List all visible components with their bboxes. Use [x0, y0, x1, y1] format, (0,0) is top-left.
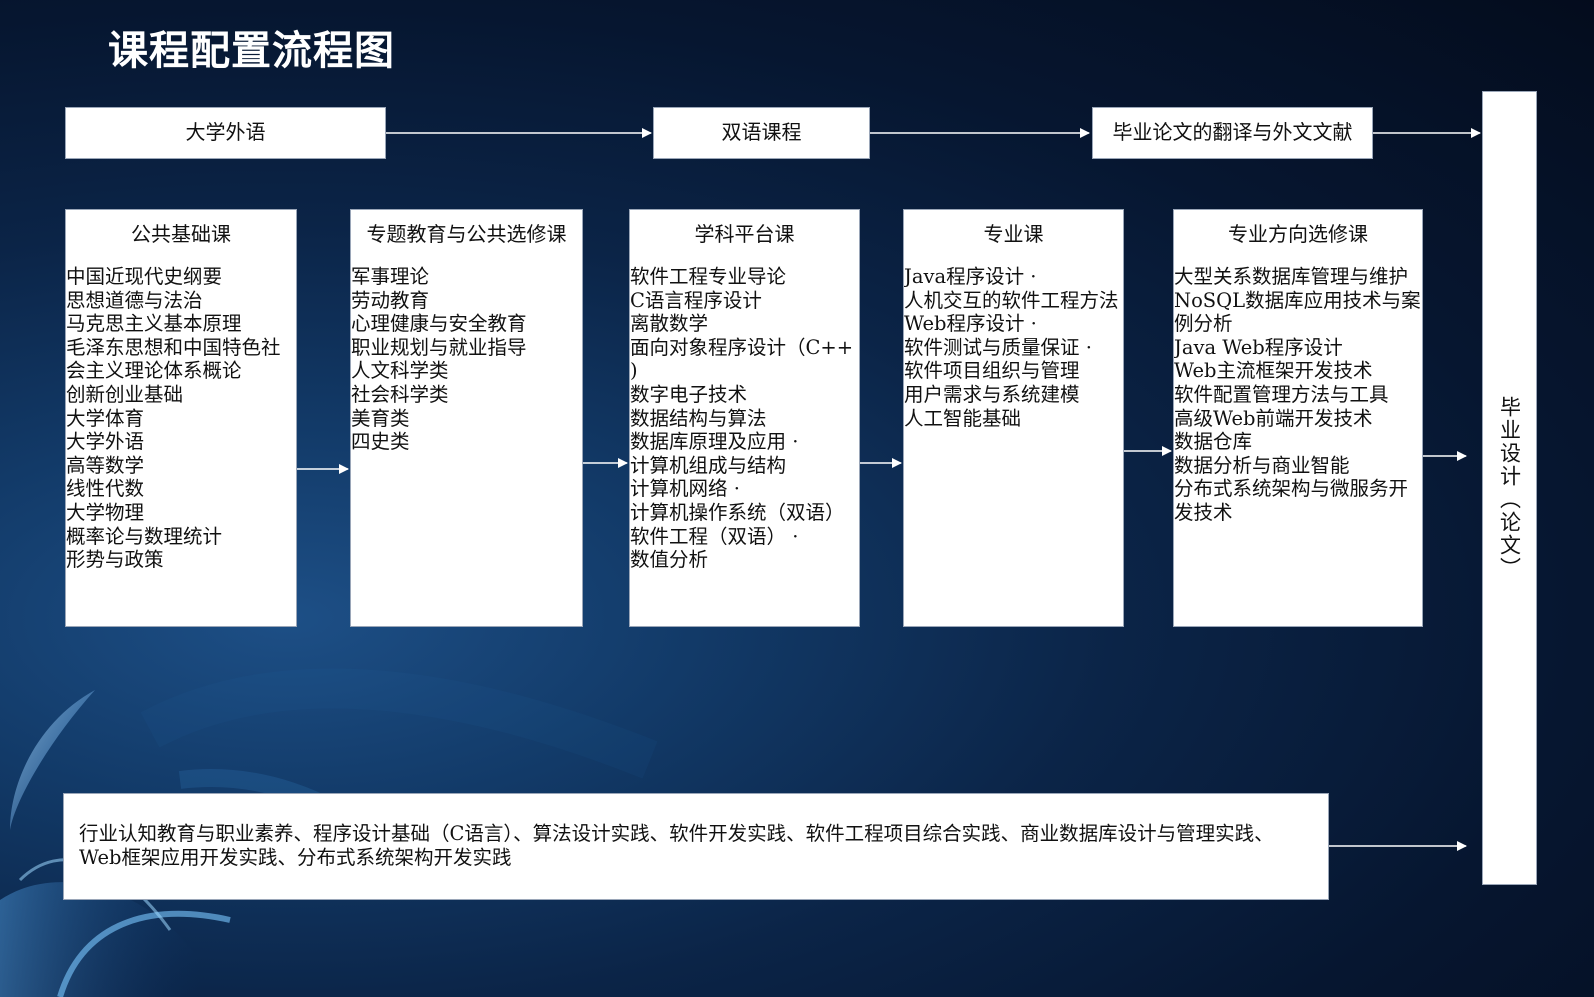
flow-arrows	[297, 128, 1481, 851]
